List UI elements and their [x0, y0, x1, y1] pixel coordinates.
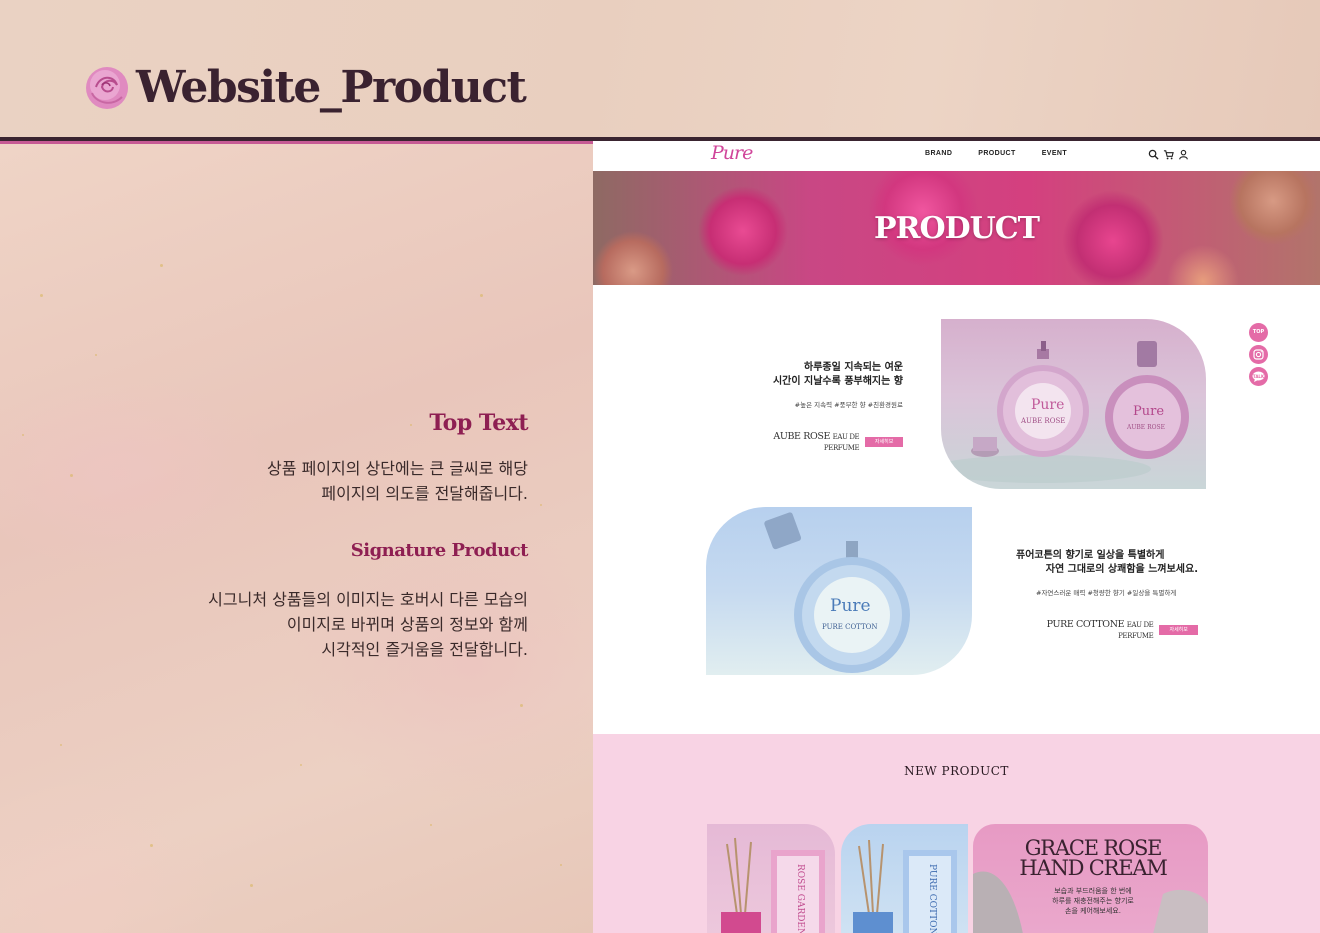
new-product-section: NEW PRODUCT ROSE GARDEN PURE COTTON GRAC… — [593, 734, 1320, 933]
aube-rose-label-1: AUBE ROSE — [1020, 417, 1065, 425]
pure-cotton-label: PURE COTTON — [822, 623, 878, 631]
pure-cotton-name: PURE COTTONE EAU DE PERFUME — [1046, 619, 1154, 640]
pure-cotton-tags: #자연스러운 매력 #청량한 향기 #일상을 특별하게 — [1036, 589, 1177, 597]
presentation-heading: Website_Product — [82, 62, 527, 113]
hero-title: PRODUCT — [873, 211, 1040, 246]
talk-label: TALK — [1253, 374, 1265, 379]
talk-button[interactable]: TALK — [1249, 367, 1268, 386]
aube-rose-detail-button[interactable]: 자세히보기 — [865, 437, 903, 455]
site-logo[interactable]: Pure — [711, 142, 753, 164]
website-mockup: Pure BRAND PRODUCT EVENT PRODUCT 하루종일 지속… — [593, 141, 1320, 933]
svg-text:Pure: Pure — [830, 596, 871, 616]
cart-icon[interactable] — [1163, 149, 1174, 160]
pure-cotton-product-image[interactable]: Pure PURE COTTON — [706, 507, 972, 675]
nav-link-event[interactable]: EVENT — [1042, 150, 1067, 157]
hero-banner: PRODUCT — [593, 171, 1320, 285]
nav-menu: BRAND PRODUCT EVENT — [925, 150, 1093, 157]
signature-product-description: Signature Product 시그니처 상품들의 이미지는 호버시 다른 … — [108, 540, 528, 662]
user-icon[interactable] — [1178, 149, 1189, 160]
rose-garden-diffuser-image: ROSE GARDEN — [721, 837, 825, 933]
nav-link-brand[interactable]: BRAND — [925, 150, 952, 157]
chat-bubble-icon: TALK — [1252, 371, 1265, 382]
pure-cotton-diffuser-image: PURE COTTON — [853, 839, 957, 933]
grace-rose-hand-cream-card[interactable]: GRACE ROSE HAND CREAM 보습과 부드러움을 한 번에 하루를… — [973, 824, 1208, 933]
pure-cotton-bottle: Pure PURE COTTON — [764, 512, 910, 673]
aube-rose-name: AUBE ROSE EAU DE PERFUME — [773, 431, 860, 452]
top-text-description: Top Text 상품 페이지의 상단에는 큰 글씨로 해당 페이지의 의도를 … — [108, 410, 528, 506]
aube-rose-tags: #높은 지속력 #풍부한 향 #친환경원료 — [794, 401, 903, 409]
pure-cotton-name-row: PURE COTTONE EAU DE PERFUME 자세히보기 — [1012, 619, 1198, 643]
grace-rose-description: 보습과 부드러움을 한 번에 하루를 재충전해주는 향기로 손을 케어해보세요. — [1052, 887, 1134, 915]
aube-rose-line-1: 하루종일 지속되는 여운 — [804, 362, 903, 373]
top-text-line-1: 상품 페이지의 상단에는 큰 글씨로 해당 — [267, 459, 528, 478]
grace-rose-title: GRACE ROSE HAND CREAM — [1019, 836, 1167, 880]
rose-garden-box-text: ROSE GARDEN — [795, 864, 805, 933]
aube-rose-copy: 하루종일 지속되는 여운 시간이 지날수록 풍부해지는 향 #높은 지속력 #풍… — [703, 361, 903, 455]
pure-cotton-line-1: 퓨어코튼의 향기로 일상을 특별하게 — [1016, 550, 1165, 561]
search-icon[interactable] — [1148, 149, 1159, 160]
nav-icons — [1148, 149, 1189, 160]
site-navbar: Pure BRAND PRODUCT EVENT — [593, 141, 1320, 171]
rose-garden-diffuser-card[interactable]: ROSE GARDEN — [707, 824, 835, 933]
instagram-button[interactable] — [1249, 345, 1268, 364]
pure-cotton-line-2: 자연 그대로의 상쾌함을 느껴보세요. — [1045, 564, 1198, 575]
rose-icon — [86, 66, 128, 109]
aube-rose-line-2: 시간이 지날수록 풍부해지는 향 — [772, 376, 903, 387]
svg-text:Pure: Pure — [1133, 404, 1164, 419]
signature-text-line-1: 시그니처 상품들의 이미지는 호버시 다른 모습의 — [208, 590, 528, 609]
nav-link-product[interactable]: PRODUCT — [978, 150, 1015, 157]
header-accent-line — [0, 141, 593, 144]
signature-text-line-2: 이미지로 바뀌며 상품의 정보와 함께 — [286, 615, 528, 634]
heading-title: Website_Product — [136, 62, 527, 113]
top-text-title: Top Text — [429, 410, 528, 436]
signature-product-title: Signature Product — [350, 540, 529, 561]
signature-text-line-3: 시각적인 즐거움을 전달합니다. — [321, 640, 528, 659]
left-panel-background — [0, 144, 593, 933]
instagram-icon — [1253, 349, 1264, 360]
aube-rose-bottles: Pure AUBE ROSE Pure AUBE ROSE — [941, 341, 1189, 483]
aube-rose-name-row: AUBE ROSE EAU DE PERFUME 자세히보기 — [743, 431, 903, 455]
pure-cotton-box-text: PURE COTTON — [927, 864, 937, 933]
aube-rose-product-image[interactable]: Pure AUBE ROSE Pure AUBE ROSE — [941, 319, 1206, 489]
svg-text:Pure: Pure — [1031, 397, 1064, 413]
aube-rose-label-2: AUBE ROSE — [1126, 424, 1165, 431]
top-button[interactable]: TOP — [1249, 323, 1268, 342]
pure-cotton-diffuser-card[interactable]: PURE COTTON — [841, 824, 968, 933]
new-product-title: NEW PRODUCT — [904, 764, 1009, 778]
pure-cotton-detail-button[interactable]: 자세히보기 — [1159, 625, 1198, 643]
top-text-line-2: 페이지의 의도를 전달해줍니다. — [321, 484, 528, 503]
pure-cotton-copy: 퓨어코튼의 향기로 일상을 특별하게 자연 그대로의 상쾌함을 느껴보세요. #… — [993, 549, 1198, 643]
